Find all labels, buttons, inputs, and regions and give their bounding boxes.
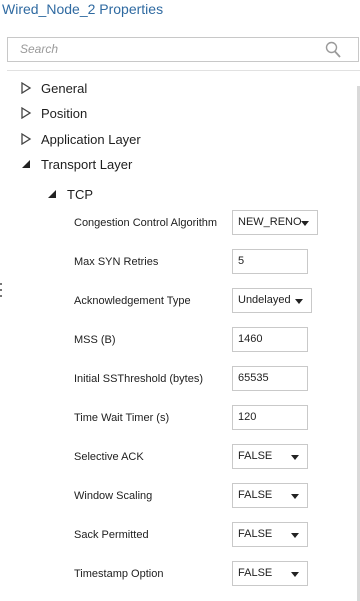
chevron-down-icon (291, 455, 299, 460)
tree-item-position[interactable]: Position (20, 103, 87, 123)
time-wait-timer-label: Time Wait Timer (s) (74, 412, 170, 424)
selective-ack-label: Selective ACK (74, 451, 144, 463)
search-icon[interactable] (325, 41, 341, 59)
tree-item-label: Application Layer (41, 131, 141, 147)
dropdown-value: FALSE (238, 567, 273, 579)
field-value: 65535 (238, 372, 269, 384)
dropdown-value: Undelayed (238, 294, 291, 306)
panel-divider (7, 70, 360, 71)
acknowledgement-type-dropdown[interactable]: Undelayed (232, 288, 312, 313)
chevron-down-icon (291, 572, 299, 577)
timestamp-option-label: Timestamp Option (74, 568, 164, 580)
tree-item-label: Transport Layer (41, 156, 133, 172)
mss-field[interactable]: 1460 (232, 327, 308, 352)
tree-item-general[interactable]: General (20, 78, 87, 98)
window-title: Wired_Node_2 Properties (2, 1, 164, 17)
acknowledgement-type-label: Acknowledgement Type (74, 295, 191, 307)
time-wait-timer-field[interactable]: 120 (232, 405, 308, 430)
title-bar: Wired_Node_2 Properties (0, 0, 360, 22)
congestion-control-label: Congestion Control Algorithm (74, 217, 218, 229)
field-value: 120 (238, 411, 257, 423)
mss-label: MSS (B) (74, 334, 116, 346)
dropdown-value: FALSE (238, 489, 273, 501)
search-placeholder: Search (20, 42, 59, 56)
timestamp-option-dropdown[interactable]: FALSE (232, 561, 308, 586)
search-input[interactable]: Search (7, 37, 359, 62)
chevron-down-icon (301, 221, 309, 226)
selective-ack-dropdown[interactable]: FALSE (232, 444, 308, 469)
tree-item-label: Position (41, 105, 88, 121)
chevron-down-icon (295, 299, 303, 304)
initial-ssthreshold-field[interactable]: 65535 (232, 366, 308, 391)
tree-item-label: General (41, 80, 88, 96)
sack-permitted-label: Sack Permitted (74, 529, 149, 541)
chevron-down-icon (291, 494, 299, 499)
max-syn-retries-label: Max SYN Retries (74, 256, 159, 268)
collapse-arrow-icon[interactable] (46, 188, 58, 200)
window-scaling-dropdown[interactable]: FALSE (232, 483, 308, 508)
tree-item-transport-layer[interactable]: Transport Layer (20, 154, 132, 174)
tree-item-label: TCP (67, 186, 93, 202)
dropdown-value: FALSE (238, 450, 273, 462)
expand-arrow-icon[interactable] (20, 133, 32, 145)
chevron-down-icon (291, 533, 299, 538)
expand-arrow-icon[interactable] (20, 82, 32, 94)
resize-grip[interactable] (0, 283, 3, 307)
congestion-control-dropdown[interactable]: NEW_RENO (232, 210, 318, 235)
dropdown-value: FALSE (238, 528, 273, 540)
tree-item-application-layer[interactable]: Application Layer (20, 129, 141, 149)
sack-permitted-dropdown[interactable]: FALSE (232, 522, 308, 547)
collapse-arrow-icon[interactable] (20, 158, 32, 170)
field-value: 1460 (238, 333, 263, 345)
tree-item-tcp[interactable]: TCP (46, 184, 93, 204)
window-scaling-label: Window Scaling (74, 490, 153, 502)
dropdown-value: NEW_RENO (238, 216, 302, 228)
expand-arrow-icon[interactable] (20, 107, 32, 119)
field-value: 5 (238, 255, 245, 267)
initial-ssthreshold-label: Initial SSThreshold (bytes) (74, 373, 203, 385)
max-syn-retries-field[interactable]: 5 (232, 249, 308, 274)
